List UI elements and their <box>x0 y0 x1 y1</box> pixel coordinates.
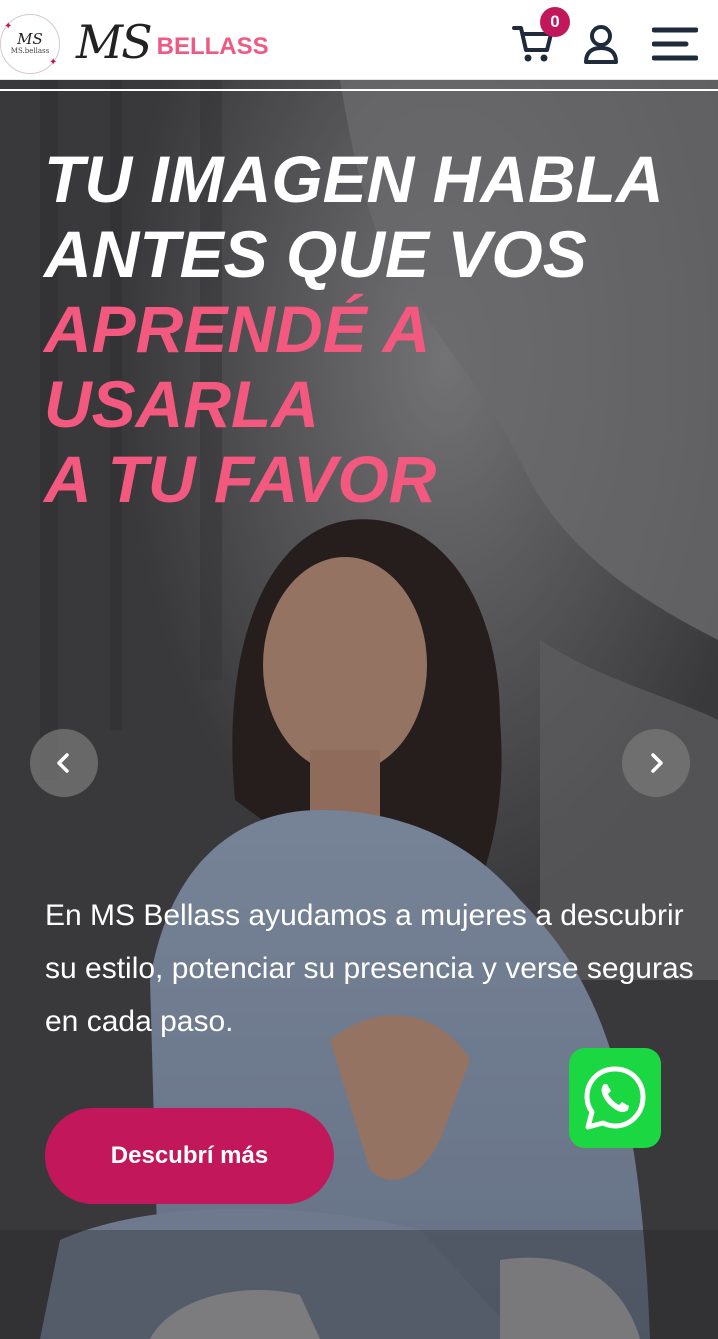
logo-word: BELLASS <box>156 33 269 60</box>
sparkle-icon: ✦ <box>49 57 58 68</box>
whatsapp-button[interactable] <box>569 1048 661 1148</box>
chevron-left-icon <box>57 753 69 773</box>
whatsapp-icon <box>584 1066 646 1130</box>
logo-badge-initials: MS <box>17 30 43 48</box>
user-icon[interactable] <box>582 24 620 64</box>
headline-line-3: APRENDÉ A USARLA <box>44 292 428 441</box>
hero-headline: TU IMAGEN HABLA ANTES QUE VOS APRENDÉ A … <box>44 142 704 517</box>
carousel-next-button[interactable] <box>622 729 690 797</box>
header-divider <box>0 89 718 91</box>
hero-slider: TU IMAGEN HABLA ANTES QUE VOS APRENDÉ A … <box>0 80 718 1339</box>
menu-icon[interactable] <box>652 26 698 62</box>
cart-count-badge: 0 <box>540 7 570 37</box>
headline-line-2: ANTES QUE VOS <box>44 217 587 291</box>
headline-line-4: A TU FAVOR <box>44 442 437 516</box>
logo-badge[interactable]: ✦ ✦ MS MS.bellass <box>0 14 60 74</box>
site-header: ✦ ✦ MS MS.bellass MS BELLASS 0 <box>0 0 718 80</box>
hero-description: En MS Bellass ayudamos a mujeres a descu… <box>45 899 694 1038</box>
logo-badge-subtitle: MS.bellass <box>10 47 50 55</box>
carousel-prev-button[interactable] <box>30 729 98 797</box>
chevron-right-icon <box>651 753 663 773</box>
discover-more-button[interactable]: Descubrí más <box>45 1108 334 1204</box>
headline-line-1: TU IMAGEN HABLA <box>44 142 664 216</box>
logo-script: MS <box>76 15 153 69</box>
sparkle-icon: ✦ <box>4 21 13 32</box>
logo-wordmark[interactable]: MS BELLASS <box>76 16 269 68</box>
